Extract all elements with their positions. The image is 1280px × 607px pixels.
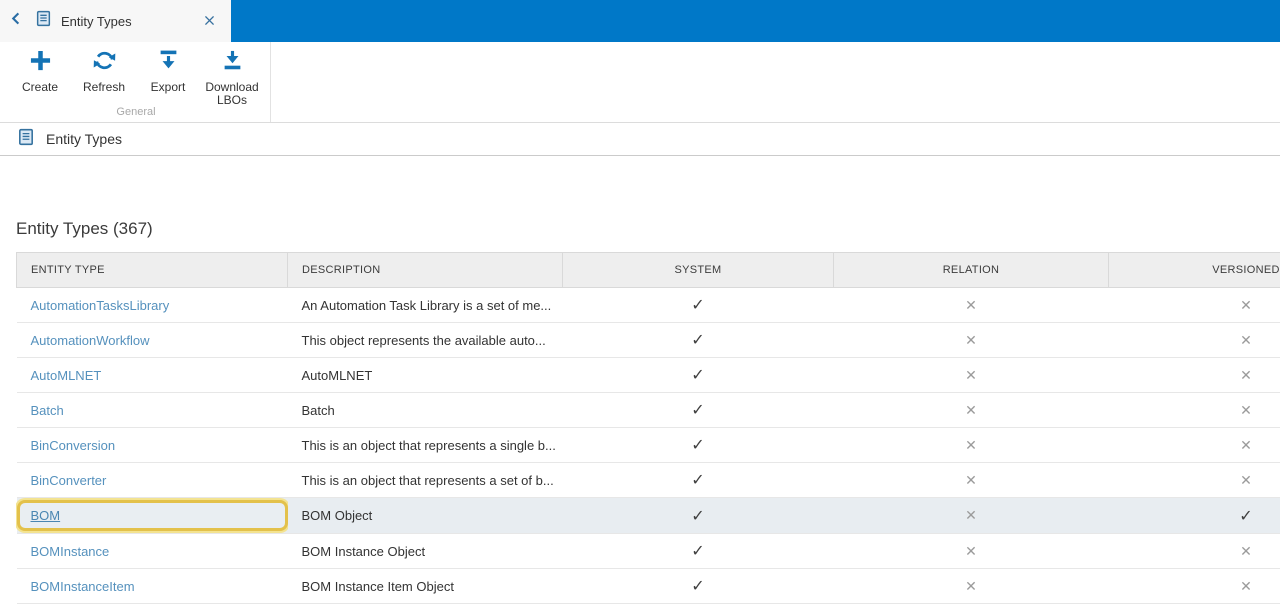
export-button-label: Export <box>150 80 186 94</box>
entity-type-link[interactable]: BinConversion <box>31 438 116 453</box>
x-mark-icon: ✕ <box>1240 471 1252 488</box>
page-title: Entity Types (367) <box>16 219 153 238</box>
download-lbos-button[interactable]: Download LBOs <box>200 46 264 107</box>
document-list-icon <box>35 10 52 32</box>
entity-type-cell: BOMInstanceItem <box>17 569 288 603</box>
panel-title: Entity Types <box>46 131 123 147</box>
export-button[interactable]: Export <box>136 46 200 94</box>
entity-type-cell: BinConversion <box>17 428 288 462</box>
table-row: BinConversion This is an object that rep… <box>16 427 1280 463</box>
refresh-icon <box>91 46 118 81</box>
x-mark-icon: ✕ <box>1240 577 1252 594</box>
x-mark-icon: ✕ <box>965 507 977 523</box>
plus-icon <box>27 46 54 81</box>
description-cell: This is an object that represents a sing… <box>287 427 563 463</box>
entity-type-cell: BOM <box>16 500 288 531</box>
ribbon-group-label: General <box>116 106 156 118</box>
table-body: AutomationTasksLibrary An Automation Tas… <box>16 287 1280 604</box>
entity-type-cell: AutoMLNET <box>17 358 288 392</box>
table-row: AutomationWorkflow This object represent… <box>16 322 1280 358</box>
download-icon <box>219 46 246 81</box>
refresh-button-label: Refresh <box>82 80 126 94</box>
back-button[interactable] <box>0 11 29 31</box>
x-mark-icon: ✕ <box>965 331 977 348</box>
check-icon: ✓ <box>691 437 705 454</box>
x-mark-icon: ✕ <box>965 577 977 594</box>
x-mark-icon: ✕ <box>965 296 977 313</box>
check-icon: ✓ <box>1239 507 1253 525</box>
table-row: AutomationTasksLibrary An Automation Tas… <box>16 287 1280 323</box>
table-row: Batch Batch ✓ ✕ ✕ <box>16 392 1280 428</box>
entity-type-link[interactable]: AutomationTasksLibrary <box>31 298 170 313</box>
entity-type-link[interactable]: Batch <box>31 403 64 418</box>
tab-entity-types[interactable]: Entity Types <box>29 0 231 42</box>
check-icon: ✓ <box>691 402 705 419</box>
table-header-row: ENTITY TYPE DESCRIPTION SYSTEM RELATION … <box>16 252 1280 288</box>
entity-type-cell: BinConverter <box>17 463 288 497</box>
description-cell: An Automation Task Library is a set of m… <box>287 287 563 323</box>
check-icon: ✓ <box>691 297 705 314</box>
entity-type-link[interactable]: BOMInstanceItem <box>31 579 135 594</box>
export-arrow-icon <box>155 46 182 81</box>
x-mark-icon: ✕ <box>1240 401 1252 418</box>
entity-type-cell: AutomationTasksLibrary <box>17 288 288 322</box>
tab-close-icon[interactable] <box>199 10 231 32</box>
column-header-system[interactable]: SYSTEM <box>562 252 834 288</box>
create-button[interactable]: Create <box>8 46 72 94</box>
title-bar-fill <box>231 0 1280 42</box>
x-mark-icon: ✕ <box>1240 296 1252 313</box>
x-mark-icon: ✕ <box>965 366 977 383</box>
entity-type-link[interactable]: AutoMLNET <box>31 368 102 383</box>
document-list-icon <box>17 128 35 151</box>
column-header-description[interactable]: DESCRIPTION <box>287 252 563 288</box>
entity-type-cell: BOMInstance <box>17 534 288 568</box>
column-header-entity-type[interactable]: ENTITY TYPE <box>16 252 288 288</box>
description-cell: BOM Instance Object <box>287 533 563 569</box>
entity-type-cell: Batch <box>17 393 288 427</box>
x-mark-icon: ✕ <box>1240 542 1252 559</box>
description-cell: BOM Instance Item Object <box>287 568 563 604</box>
entity-type-link[interactable]: BOM <box>31 508 61 523</box>
column-header-relation[interactable]: RELATION <box>833 252 1109 288</box>
description-cell: Batch <box>287 392 563 428</box>
refresh-button[interactable]: Refresh <box>72 46 136 94</box>
table-row: BinConverter This is an object that repr… <box>16 462 1280 498</box>
x-mark-icon: ✕ <box>965 542 977 559</box>
description-cell: BOM Object <box>287 497 563 534</box>
entity-types-table: ENTITY TYPE DESCRIPTION SYSTEM RELATION … <box>16 252 1280 604</box>
check-icon: ✓ <box>691 578 705 595</box>
description-cell: This is an object that represents a set … <box>287 462 563 498</box>
ribbon-toolbar: Create Refresh Export Download LBOs Gene… <box>0 42 1280 123</box>
tab-title: Entity Types <box>61 13 132 29</box>
ribbon-group-general: Create Refresh Export Download LBOs Gene… <box>8 42 271 122</box>
entity-type-link[interactable]: BOMInstance <box>31 544 110 559</box>
x-mark-icon: ✕ <box>1240 436 1252 453</box>
x-mark-icon: ✕ <box>1240 366 1252 383</box>
check-icon: ✓ <box>691 507 705 525</box>
table-row: BOM BOM Object ✓ ✕ ✓ <box>16 497 1280 534</box>
check-icon: ✓ <box>691 367 705 384</box>
x-mark-icon: ✕ <box>1240 331 1252 348</box>
entity-type-link[interactable]: BinConverter <box>31 473 107 488</box>
create-button-label: Create <box>21 80 59 94</box>
description-cell: This object represents the available aut… <box>287 322 563 358</box>
tab-strip: Entity Types <box>0 0 231 42</box>
check-icon: ✓ <box>691 332 705 349</box>
x-mark-icon: ✕ <box>965 401 977 418</box>
x-mark-icon: ✕ <box>965 471 977 488</box>
column-header-versioned[interactable]: VERSIONED <box>1108 252 1280 288</box>
top-tab-bar: Entity Types <box>0 0 1280 42</box>
table-row: AutoMLNET AutoMLNET ✓ ✕ ✕ <box>16 357 1280 393</box>
table-row: BOMInstance BOM Instance Object ✓ ✕ ✕ <box>16 533 1280 569</box>
entity-type-cell: AutomationWorkflow <box>17 323 288 357</box>
entity-type-link[interactable]: AutomationWorkflow <box>31 333 150 348</box>
panel-header: Entity Types <box>0 123 1280 156</box>
x-mark-icon: ✕ <box>965 436 977 453</box>
main-content: Entity Types (367) ENTITY TYPE DESCRIPTI… <box>0 219 1280 604</box>
check-icon: ✓ <box>691 472 705 489</box>
check-icon: ✓ <box>691 543 705 560</box>
chevron-left-icon <box>9 11 24 31</box>
table-row: BOMInstanceItem BOM Instance Item Object… <box>16 568 1280 604</box>
description-cell: AutoMLNET <box>287 357 563 393</box>
